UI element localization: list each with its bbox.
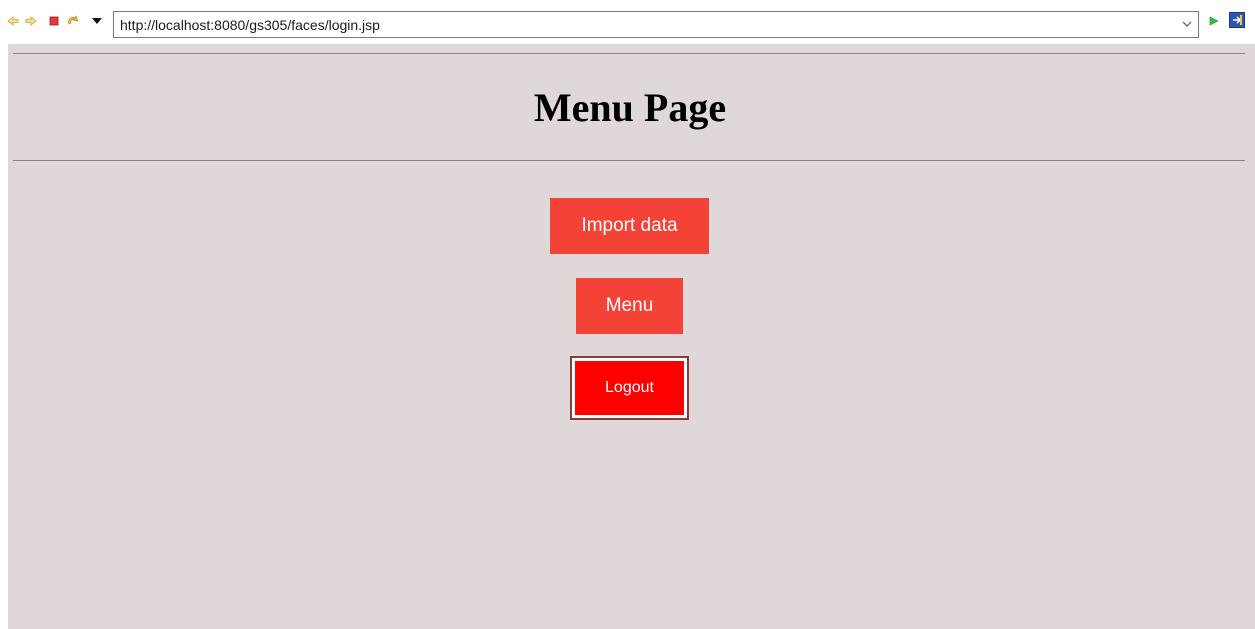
external-browser-icon[interactable] bbox=[1229, 12, 1245, 28]
import-data-button[interactable]: Import data bbox=[550, 198, 709, 254]
url-dropdown-icon[interactable] bbox=[1180, 16, 1194, 32]
page-content: Menu Page Import data Menu Logout bbox=[8, 44, 1255, 629]
menu-button[interactable]: Menu bbox=[576, 278, 683, 334]
title-divider bbox=[13, 160, 1245, 161]
go-icon[interactable] bbox=[1207, 14, 1221, 28]
page-title: Menu Page bbox=[533, 85, 727, 130]
refresh-icon[interactable] bbox=[66, 14, 80, 28]
top-divider bbox=[13, 53, 1245, 54]
back-icon[interactable] bbox=[6, 14, 20, 28]
browser-toolbar bbox=[0, 0, 1255, 44]
url-input[interactable] bbox=[113, 11, 1199, 38]
stop-icon[interactable] bbox=[47, 14, 61, 28]
dropdown-arrow-icon[interactable] bbox=[90, 14, 104, 28]
logout-button[interactable]: Logout bbox=[570, 356, 689, 420]
forward-icon[interactable] bbox=[24, 14, 38, 28]
